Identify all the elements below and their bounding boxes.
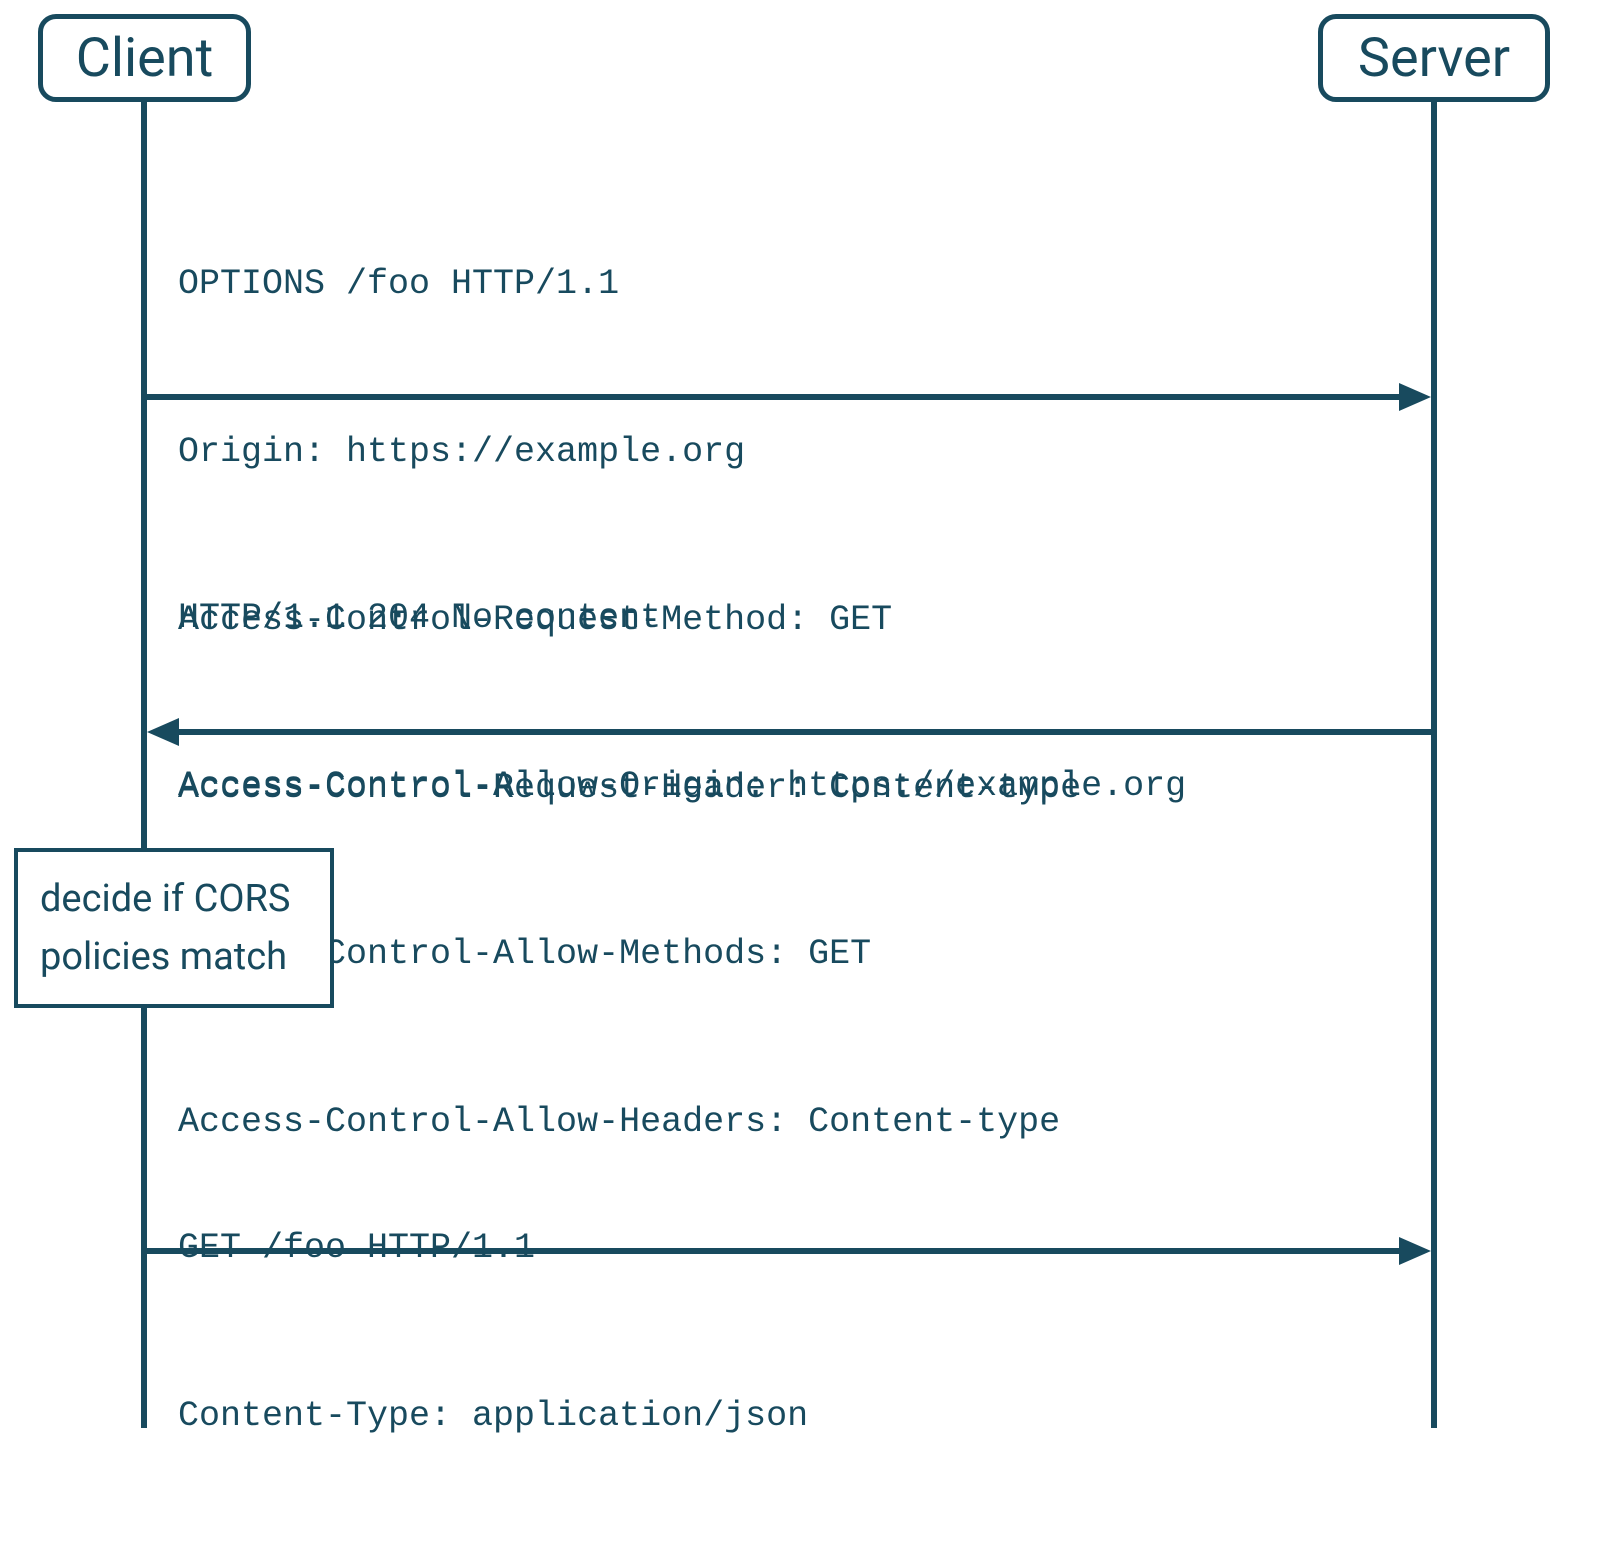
msg-preflight-response-line-0: HTTP/1.1 204 No content [178,590,1186,646]
participant-client: Client [38,14,251,102]
arrow-actual-request-head [1399,1237,1431,1265]
arrow-preflight-response [170,729,1431,735]
msg-preflight-response-line-1: Access-Control-Allow-Origin: https://exa… [178,758,1186,814]
participant-server: Server [1318,14,1550,102]
note-cors-decision: decide if CORS policies match [14,848,334,1008]
participant-server-label: Server [1358,27,1510,90]
lifeline-server [1431,102,1437,1428]
participant-client-label: Client [76,27,214,90]
arrow-actual-request [147,1248,1409,1254]
lifeline-client [141,102,147,1428]
msg-actual-request-line-1: Content-Type: application/json [178,1388,808,1444]
arrow-preflight-request [147,394,1409,400]
note-line-0: decide if CORS [40,870,308,928]
msg-preflight-request-line-0: OPTIONS /foo HTTP/1.1 [178,256,1081,312]
msg-preflight-request-line-1: Origin: https://example.org [178,424,1081,480]
arrow-preflight-request-head [1399,383,1431,411]
note-line-1: policies match [40,928,308,986]
sequence-diagram: Client Server OPTIONS /foo HTTP/1.1 Orig… [0,0,1600,1428]
arrow-preflight-response-head [147,718,179,746]
msg-actual-request: GET /foo HTTP/1.1 Content-Type: applicat… [178,1108,808,1556]
